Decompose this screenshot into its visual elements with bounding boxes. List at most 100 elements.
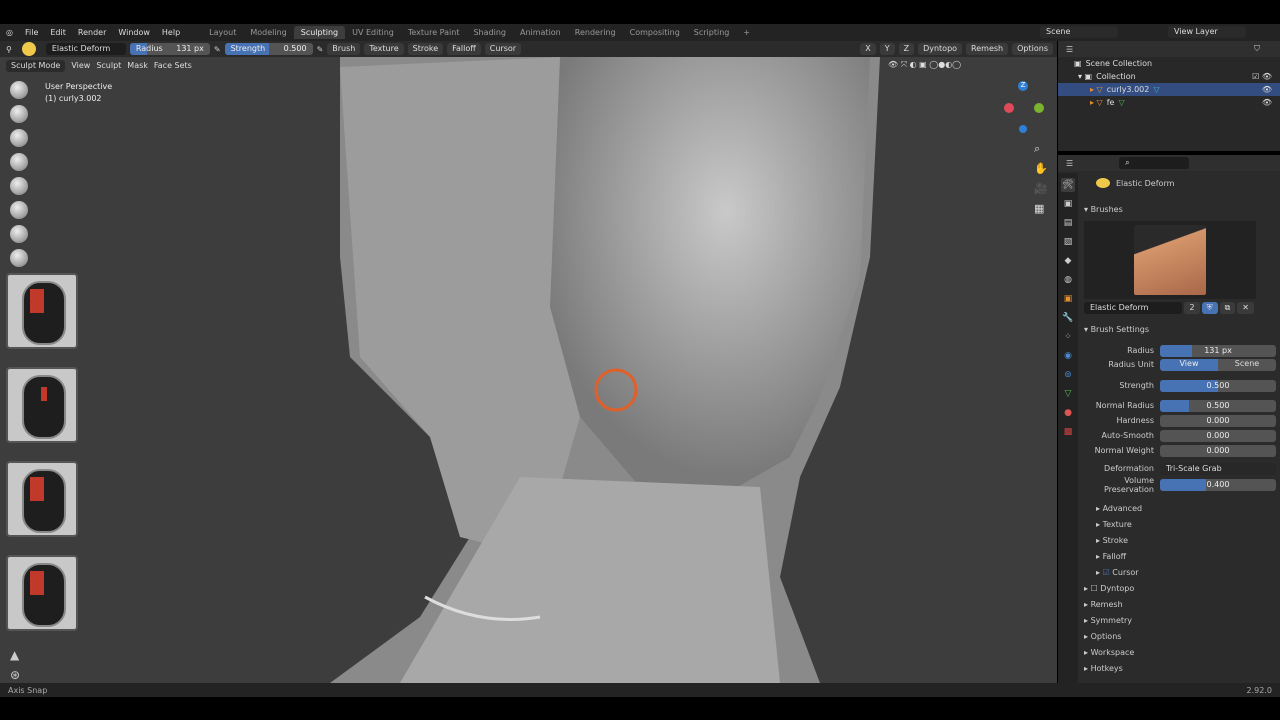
tab-layout[interactable]: Layout — [202, 26, 243, 39]
outliner-object-curly[interactable]: ▸ ▽ curly3.002 ▽ 👁 — [1058, 83, 1280, 96]
tab-scripting[interactable]: Scripting — [687, 26, 737, 39]
panel-options[interactable]: ▸ Options — [1084, 632, 1121, 641]
tab-animation[interactable]: Animation — [513, 26, 568, 39]
output-tab-icon[interactable]: ▤ — [1061, 216, 1075, 230]
draw-brush-icon[interactable] — [10, 81, 28, 99]
subpanel-falloff[interactable]: ▸ Falloff — [1096, 552, 1126, 561]
layer-brush-icon[interactable] — [10, 153, 28, 171]
remesh-dropdown[interactable]: Remesh — [966, 43, 1009, 55]
blender-logo-icon[interactable]: ◎ — [0, 28, 19, 37]
options-dropdown[interactable]: Options — [1012, 43, 1053, 55]
particles-tab-icon[interactable]: ⁘ — [1061, 330, 1075, 344]
symmetry-y[interactable]: Y — [879, 43, 895, 55]
subpanel-stroke[interactable]: ▸ Stroke — [1096, 536, 1128, 545]
field-slider[interactable]: 0.000 — [1160, 414, 1276, 427]
menu-sculpt[interactable]: Sculpt — [96, 61, 121, 70]
crease-brush-icon[interactable] — [10, 225, 28, 243]
tab-sculpting[interactable]: Sculpting — [293, 26, 346, 39]
panel-hotkeys[interactable]: ▸ Hotkeys — [1084, 664, 1123, 673]
gizmo-neg-z[interactable] — [1019, 125, 1027, 133]
outliner-collection[interactable]: ▾ ▣ Collection ☑ 👁 — [1058, 70, 1280, 83]
symmetry-z[interactable]: Z — [898, 43, 915, 55]
brush-users-count[interactable]: 2 — [1184, 302, 1200, 314]
pressure-icon[interactable]: ✎ — [214, 45, 221, 54]
outliner-object-fe[interactable]: ▸ ▽ fe ▽ 👁 — [1058, 96, 1280, 109]
mode-selector[interactable]: Sculpt Mode — [6, 59, 66, 72]
transform-tools[interactable]: ▲ ⊛ — [10, 645, 20, 683]
properties-search[interactable]: ⌕ — [1119, 157, 1190, 169]
field-slider[interactable]: 0.400 — [1160, 478, 1276, 491]
field-slider[interactable]: 131 px — [1160, 344, 1276, 357]
menu-render[interactable]: Render — [72, 28, 112, 37]
eye-icon[interactable]: ☑ 👁 — [1252, 72, 1272, 81]
radius-unit-scene[interactable]: Scene — [1218, 358, 1276, 371]
view-layer-selector[interactable]: View Layer — [1168, 26, 1246, 38]
shading-buttons[interactable]: 👁 ⤧ ◐ ▣ ◯●◐◯ — [888, 60, 961, 70]
panel-symmetry[interactable]: ▸ Symmetry — [1084, 616, 1132, 625]
field-slider[interactable]: 0.000 — [1160, 444, 1276, 457]
clay-brush-icon[interactable] — [10, 105, 28, 123]
subpanel-advanced[interactable]: ▸ Advanced — [1096, 504, 1142, 513]
scene-tab-icon[interactable]: ◆ — [1061, 254, 1075, 268]
radius-slider[interactable]: Radius 131 px — [129, 43, 210, 55]
falloff-dropdown[interactable]: Falloff — [447, 43, 481, 55]
brush-settings-header[interactable]: ▾ Brush Settings — [1084, 325, 1149, 334]
add-workspace-icon[interactable]: + — [736, 26, 757, 39]
move-icon[interactable]: ▲ — [10, 645, 20, 665]
fake-user-icon[interactable]: ⛨ — [1201, 302, 1218, 314]
material-tab-icon[interactable]: ● — [1061, 406, 1075, 420]
clay-strips-icon[interactable] — [10, 129, 28, 147]
tab-rendering[interactable]: Rendering — [568, 26, 623, 39]
brush-name-field[interactable]: Elastic Deform — [45, 43, 126, 55]
physics-tab-icon[interactable]: ◉ — [1061, 349, 1075, 363]
field-slider[interactable]: 0.500 — [1160, 399, 1276, 412]
strength-slider[interactable]: Strength 0.500 — [224, 43, 313, 55]
symmetry-x[interactable]: X — [860, 43, 876, 55]
viewport-nav-buttons[interactable]: ⌕ ✋ 🎥 ▦ — [1034, 139, 1048, 219]
panel-dyntopo[interactable]: ▸ ☐ Dyntopo — [1084, 584, 1134, 593]
duplicate-icon[interactable]: ⧉ — [1219, 302, 1236, 314]
pan-hand-icon[interactable]: ✋ — [1034, 159, 1048, 179]
subpanel-texture[interactable]: ▸ Texture — [1096, 520, 1132, 529]
gizmo-z[interactable]: Z — [1018, 81, 1028, 91]
inflate-brush-icon[interactable] — [10, 177, 28, 195]
brush-dropdown[interactable]: Brush — [327, 43, 361, 55]
menu-file[interactable]: File — [19, 28, 44, 37]
render-tab-icon[interactable]: ▣ — [1061, 197, 1075, 211]
gizmo-y[interactable] — [1034, 103, 1044, 113]
deformation-dropdown[interactable]: Tri-Scale Grab — [1160, 462, 1276, 475]
menu-face-sets[interactable]: Face Sets — [154, 61, 192, 70]
menu-view[interactable]: View — [71, 61, 90, 70]
cursor-dropdown[interactable]: Cursor — [484, 43, 522, 55]
tool-tab-icon[interactable]: 🛠 — [1061, 178, 1075, 192]
display-mode-icon[interactable]: ☰ — [1066, 45, 1073, 54]
menu-edit[interactable]: Edit — [44, 28, 72, 37]
brushes-panel-header[interactable]: ▾ Brushes — [1084, 205, 1123, 214]
texture-dropdown[interactable]: Texture — [364, 43, 404, 55]
outliner-scene-collection[interactable]: ▣ Scene Collection — [1058, 57, 1280, 70]
tab-shading[interactable]: Shading — [466, 26, 513, 39]
brush-name-field[interactable]: Elastic Deform — [1084, 302, 1183, 314]
brush-icon[interactable] — [21, 42, 36, 56]
tab-texture-paint[interactable]: Texture Paint — [401, 26, 467, 39]
data-tab-icon[interactable]: ▽ — [1061, 387, 1075, 401]
3d-viewport[interactable]: Sculpt Mode View Sculpt Mask Face Sets 👁… — [0, 57, 1057, 683]
dyntopo-dropdown[interactable]: Dyntopo — [918, 43, 963, 55]
tab-modeling[interactable]: Modeling — [243, 26, 293, 39]
texture-tab-icon[interactable]: ▩ — [1061, 425, 1075, 439]
brush-thumbnail[interactable] — [1134, 225, 1206, 295]
menu-help[interactable]: Help — [156, 28, 186, 37]
constraints-tab-icon[interactable]: ⊚ — [1061, 368, 1075, 382]
grid-icon[interactable]: ▦ — [1034, 199, 1048, 219]
menu-window[interactable]: Window — [112, 28, 156, 37]
camera-icon[interactable]: 🎥 — [1034, 179, 1048, 199]
filter-icon[interactable]: ⛉ — [1254, 44, 1260, 54]
field-slider[interactable]: 0.000 — [1160, 429, 1276, 442]
scene-selector[interactable]: Scene — [1040, 26, 1118, 38]
tool-settings-icon[interactable]: ⚲ — [6, 45, 12, 54]
stroke-dropdown[interactable]: Stroke — [407, 43, 444, 55]
zoom-icon[interactable]: ⌕ — [1034, 139, 1048, 159]
pressure-icon[interactable]: ✎ — [317, 45, 324, 54]
navigation-gizmo[interactable]: Z — [1000, 79, 1050, 139]
unlink-icon[interactable]: ✕ — [1237, 302, 1254, 314]
